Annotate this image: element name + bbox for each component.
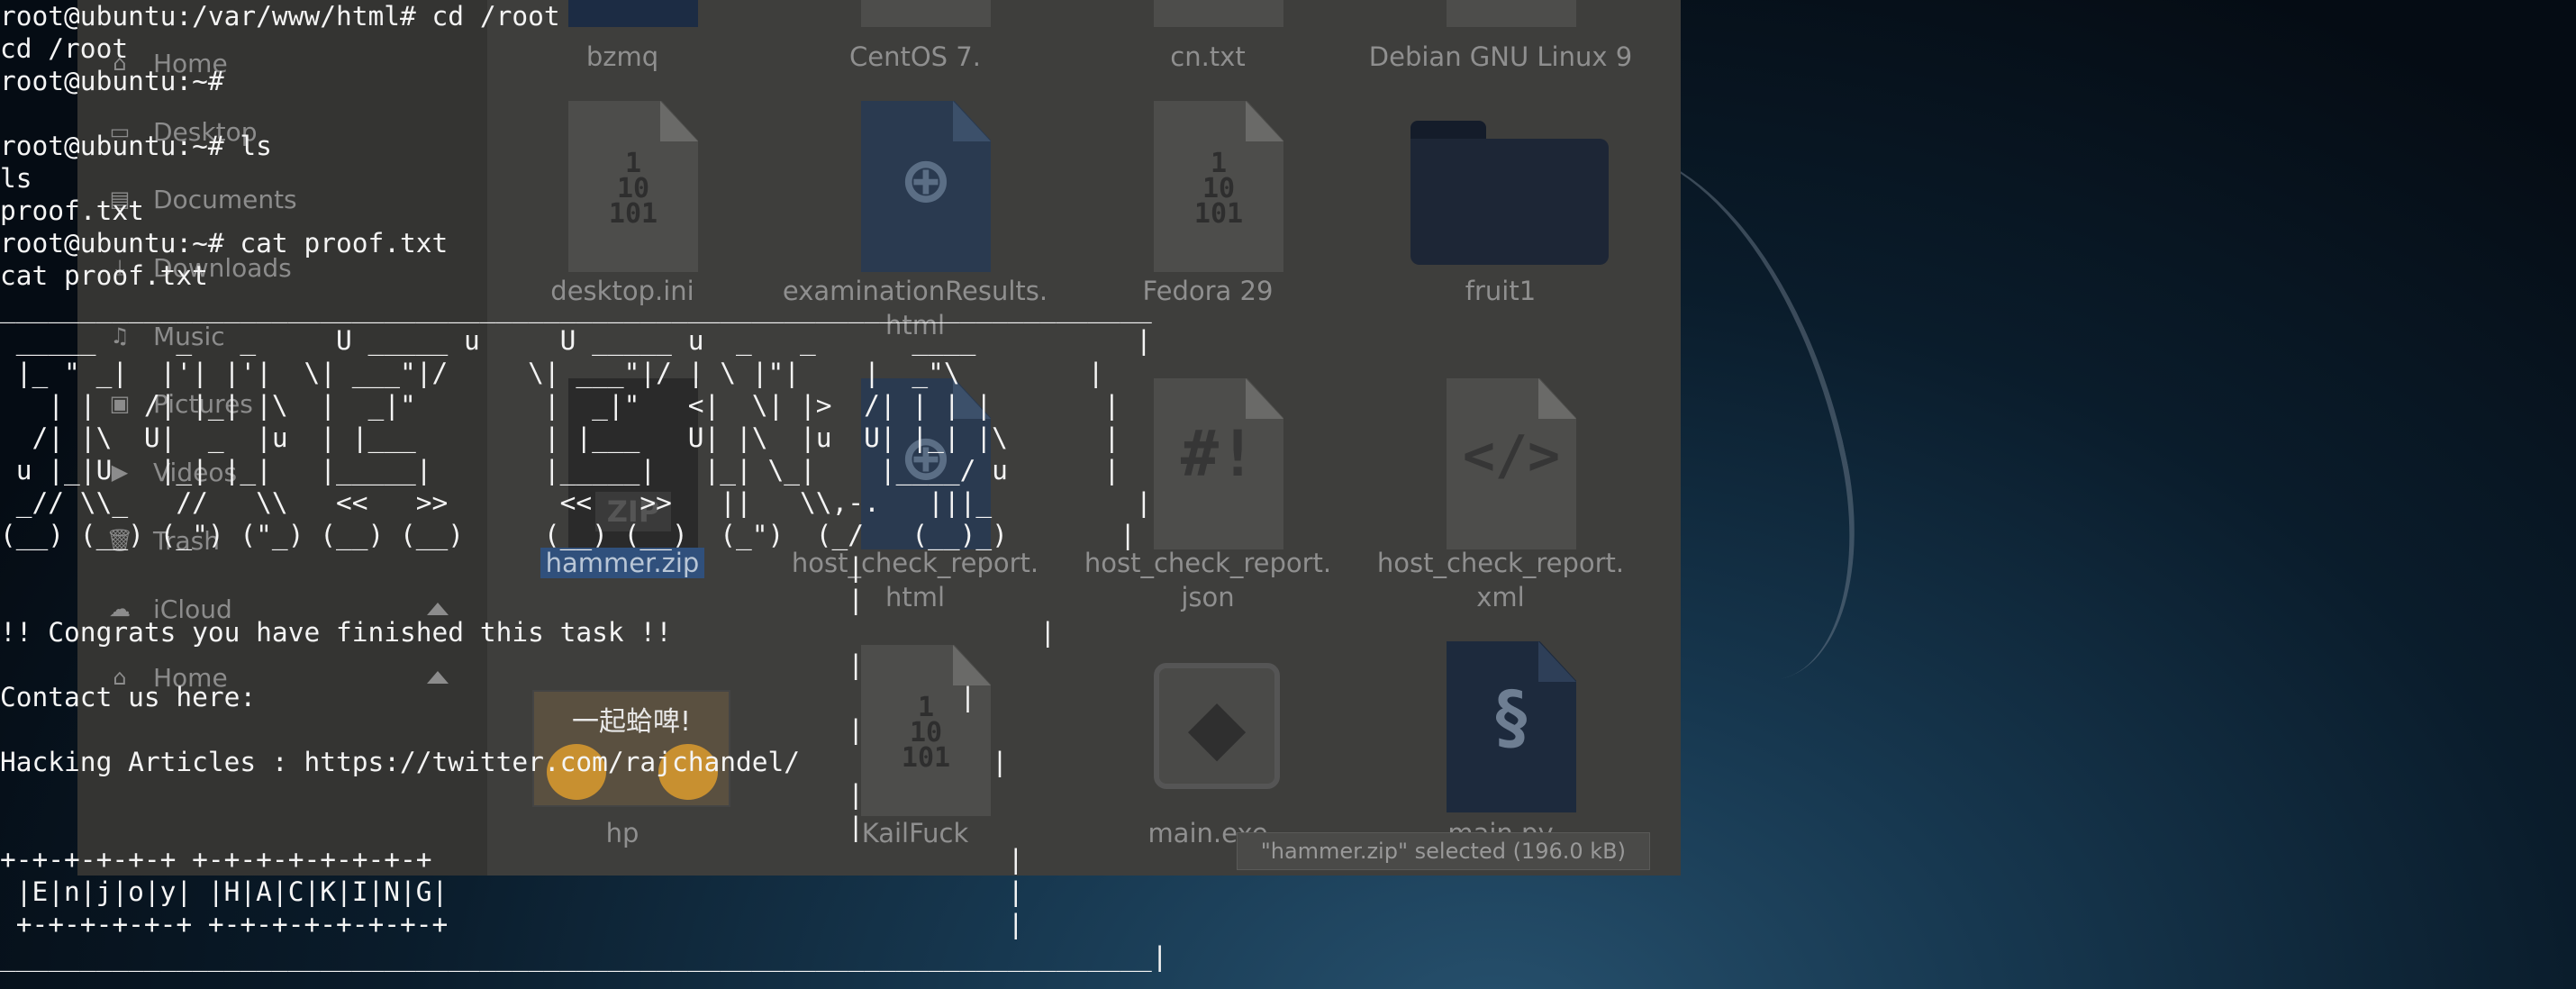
terminal-line: ________________________________________… [0,941,1168,972]
terminal-line: ls [0,163,32,194]
terminal-line: !! Congrats you have finished this task … [0,617,1057,648]
terminal-line: |E|n|j|o|y| |H|A|C|K|I|N|G| | [0,876,1024,907]
terminal-line: cat proof.txt [0,260,208,291]
terminal-line: +-+-+-+-+-+ +-+-+-+-+-+-+-+ | [0,909,1024,939]
terminal-line: | [0,714,865,745]
terminal-line: proof.txt [0,195,144,226]
terminal-line: | [0,649,865,680]
terminal-line: Contact us here: | [0,682,976,712]
terminal-line: |_ " _| |'| |'| \| ___"|/ \| ___"|/ | \ … [0,358,1104,388]
terminal-line: /| |\ U| _ |u | |___ | |___ U| |\ |u U| … [0,422,1120,453]
terminal-line: | | /| |_| |\ | _|" | _|" <| \| |> /| | … [0,390,1120,421]
terminal-line: cd /root [0,33,129,64]
terminal-line: u |_|U |_| |_| |_____| |_____| |_| \_| |… [0,455,1120,485]
terminal-line: | [0,779,865,810]
terminal-line: Hacking Articles : https://twitter.com/r… [0,747,1008,777]
terminal-line: ________________________________________… [0,293,1152,323]
terminal-line: | [0,812,865,842]
terminal-line: root@ubuntu:/var/www/html# cd /root [0,1,560,32]
terminal-line: root@ubuntu:~# cat proof.txt [0,228,449,259]
terminal-line: root@ubuntu:~# ls [0,131,272,161]
terminal-line: | [0,552,865,583]
terminal-line: (__) (__) (_") ("_) (__) (__) (__) (__) … [0,520,1136,550]
terminal-line: _// \\_ // \\ << >> << >> || \\,-. |||_ … [0,487,1152,518]
terminal-line: _____ _ _ U _____ u U _____ u _ _ ____ | [0,325,1152,356]
terminal-line: root@ubuntu:~# [0,66,240,96]
terminal-line: | [0,585,865,615]
terminal-output[interactable]: root@ubuntu:/var/www/html# cd /root cd /r… [0,0,2576,989]
terminal-line: +-+-+-+-+-+ +-+-+-+-+-+-+-+ | [0,844,1024,875]
